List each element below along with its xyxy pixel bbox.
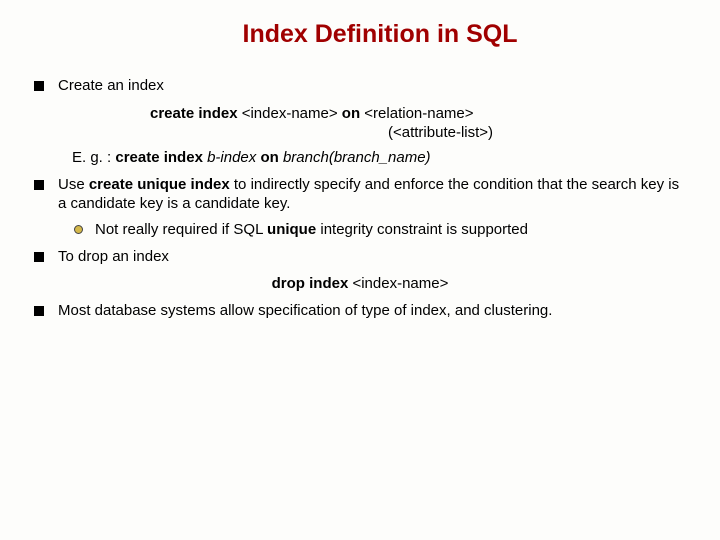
square-bullet-icon <box>34 252 44 262</box>
eg-kw: create index <box>115 149 207 166</box>
bullet-db-systems: Most database systems allow specificatio… <box>34 302 690 321</box>
eg-on: on <box>256 149 283 166</box>
arg-index-name: <index-name> <box>242 105 338 122</box>
bullet-text: Use create unique index to indirectly sp… <box>58 176 690 214</box>
bullet-unique-index: Use create unique index to indirectly sp… <box>34 176 690 214</box>
bullet-text: To drop an index <box>58 248 690 267</box>
bullet-text: Most database systems allow specificatio… <box>58 302 690 321</box>
arg-index-name: <index-name> <box>352 275 448 292</box>
kw-create-index: create index <box>150 105 242 122</box>
arg-relation-name: <relation-name> <box>364 105 473 122</box>
square-bullet-icon <box>34 180 44 190</box>
text-frag: Use <box>58 176 89 193</box>
eg-label: E. g. : <box>72 149 115 166</box>
bullet-text: Create an index <box>58 77 690 96</box>
bullet-drop-index: To drop an index <box>34 248 690 267</box>
syntax-block: create index <index-name> on <relation-n… <box>150 104 690 143</box>
eg-tail: branch(branch_name) <box>283 149 431 166</box>
circle-bullet-icon <box>74 225 83 234</box>
bullet-create-index: Create an index <box>34 77 690 96</box>
syntax-line-1: create index <index-name> on <relation-n… <box>150 104 690 124</box>
square-bullet-icon <box>34 81 44 91</box>
kw-on: on <box>338 105 365 122</box>
bullet-text: Not really required if SQL unique integr… <box>95 221 690 240</box>
kw-drop-index: drop index <box>272 275 353 292</box>
kw-unique: unique <box>267 221 316 238</box>
slide-title: Index Definition in SQL <box>70 20 690 49</box>
sub-bullet-unique: Not really required if SQL unique integr… <box>74 221 690 240</box>
drop-syntax: drop index <index-name> <box>30 275 690 292</box>
text-frag: integrity constraint is supported <box>316 221 528 238</box>
text-frag: Not really required if SQL <box>95 221 267 238</box>
kw-unique-index: create unique index <box>89 176 230 193</box>
example-line: E. g. : create index b-index on branch(b… <box>72 149 690 166</box>
square-bullet-icon <box>34 306 44 316</box>
syntax-line-2: (<attribute-list>) <box>388 123 690 143</box>
eg-index-name: b-index <box>207 149 256 166</box>
